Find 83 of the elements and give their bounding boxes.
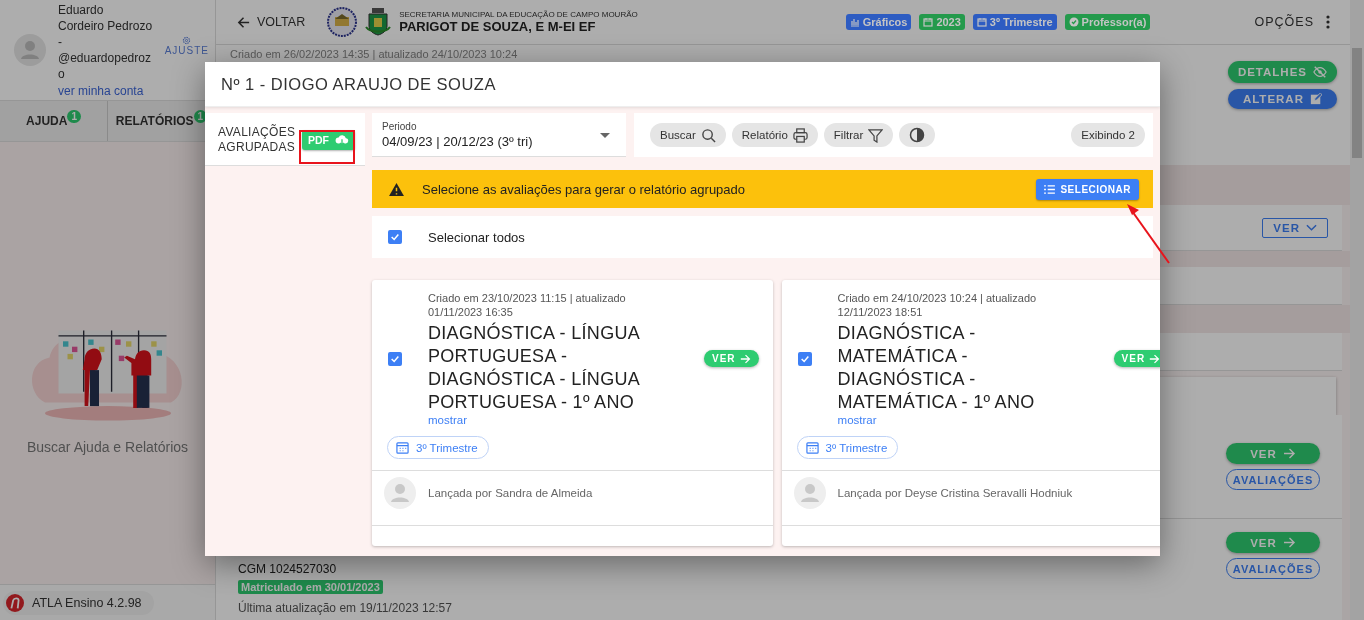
crest-icon — [365, 7, 392, 37]
contrast-icon — [909, 127, 926, 143]
tag: Gráficos — [845, 14, 912, 30]
calendar-icon — [976, 17, 987, 27]
pointer-arrow — [1124, 203, 1172, 265]
toolbar-button[interactable]: Filtrar — [823, 123, 894, 147]
check-circle-icon — [1068, 17, 1079, 27]
timestamp-text: Criado em 26/02/2023 14:35 | atualizado 24/10/2023 10:24 — [230, 48, 518, 61]
student-id: CGM 1024527030 — [238, 562, 337, 576]
calendar-icon — [396, 441, 409, 454]
evaluation-title: DIAGNÓSTICA - LÍNGUA PORTUGUESA - DIAGNÓSTICA - LÍNGUA PORTUGUESA - 1º ANO — [428, 322, 641, 414]
kebab-menu-icon — [1326, 14, 1330, 30]
show-more-link[interactable]: mostrar — [837, 414, 1088, 426]
seal-icon — [327, 7, 358, 37]
arrow-right-icon — [1149, 353, 1160, 364]
edit-icon — [1310, 93, 1322, 105]
user-name: Eduardo Cordeiro Pedrozo - @eduardopedrozo — [58, 2, 153, 82]
evaluations-button[interactable]: AVALIAÇÕES — [1226, 558, 1320, 579]
tag: Professor(a) — [1064, 14, 1151, 30]
tag: 2023 — [919, 14, 965, 30]
version-badge: ATLA Ensino 4.2.98 — [3, 590, 154, 615]
toolbar-button[interactable]: Relatório — [731, 123, 818, 147]
scrollbar[interactable] — [1350, 0, 1364, 620]
empty-state-text: Buscar Ajuda e Relatórios — [26, 439, 189, 455]
author-text: Lançada por Deyse Cristina Seravalli Hodniuk — [837, 487, 1073, 499]
sidebar-tab[interactable]: AJUDA 1 — [0, 101, 108, 141]
timestamp-text: Criado em 24/10/2023 10:24 | atualizado 12/11/2023 18:51 — [837, 291, 1038, 319]
avatar-icon — [14, 34, 46, 66]
view-dropdown-button[interactable]: VER — [1262, 217, 1328, 238]
contrast-button[interactable] — [899, 123, 936, 147]
details-button[interactable]: DETALHES — [1227, 61, 1337, 83]
timestamp-text: Criado em 23/10/2023 11:15 | atualizado 01/11/2023 16:35 — [428, 291, 627, 319]
checkbox[interactable] — [388, 351, 402, 366]
group-label: AVALIAÇÕES AGRUPADAS — [218, 125, 297, 155]
search-icon — [700, 127, 716, 143]
account-link[interactable]: ver minha conta — [58, 84, 153, 98]
cloud-download-icon — [335, 134, 349, 146]
school-name: PARIGOT DE SOUZA, E M-EI EF — [399, 19, 597, 34]
avatar-icon — [793, 477, 826, 509]
bar-chart-icon — [849, 17, 860, 27]
edit-button[interactable]: ALTERAR — [1227, 89, 1337, 109]
view-button[interactable]: VER — [1226, 443, 1320, 464]
filter-icon — [868, 127, 884, 143]
check-icon — [390, 231, 400, 243]
view-button[interactable]: VER — [1226, 532, 1320, 553]
arrow-right-icon — [1282, 448, 1296, 459]
show-more-link[interactable]: mostrar — [428, 414, 678, 426]
calendar-icon — [805, 441, 819, 454]
checkbox[interactable] — [388, 230, 402, 244]
printer-icon — [792, 127, 808, 143]
checkbox[interactable] — [797, 351, 812, 366]
alert-message: Selecione as avaliações para gerar o relatório agrupado — [422, 181, 747, 197]
update-text: Última atualização em 19/11/2023 12:57 — [238, 601, 452, 615]
period-select[interactable]: Periodo 04/09/23 | 20/12/23 (3º tri) — [372, 113, 626, 157]
view-button[interactable]: VER — [1113, 350, 1160, 367]
chevron-down-icon — [1306, 223, 1317, 232]
caret-icon — [600, 133, 610, 138]
count-badge: 1 — [67, 109, 81, 123]
calendar-icon — [923, 17, 934, 27]
highlight-frame — [299, 130, 355, 164]
gear-icon — [182, 36, 192, 45]
arrow-right-icon — [1282, 537, 1296, 548]
logo-icon — [6, 593, 24, 612]
author-text: Lançada por Sandra de Almeida — [428, 487, 593, 499]
warning-icon — [389, 182, 404, 196]
view-button[interactable]: VER — [704, 350, 759, 367]
evaluations-button[interactable]: AVALIAÇÕES — [1226, 469, 1320, 490]
eye-slash-icon — [1313, 65, 1327, 79]
back-button[interactable]: VOLTAR — [230, 13, 312, 31]
organization-name: SECRETARIA MUNICIPAL DA EDUCAÇÃO DE CAMPO MOURÃO — [399, 10, 638, 19]
evaluation-title: DIAGNÓSTICA - MATEMÁTICA - DIAGNÓSTICA - MATEMÁTICA - 1º ANO — [837, 322, 1036, 414]
arrow-right-icon — [739, 353, 751, 364]
tag: 3º Trimestre — [972, 14, 1057, 30]
dialog-title: Nº 1 - DIOGO ARAUJO DE SOUZA — [221, 74, 496, 94]
toolbar-button[interactable]: Buscar — [650, 123, 726, 147]
status-badge: Matriculado em 30/01/2023 — [238, 580, 383, 594]
list-icon — [1044, 184, 1056, 194]
options-button[interactable]: OPÇÕES — [1248, 13, 1336, 31]
select-all-label: Selecionar todos — [428, 229, 525, 245]
settings-button[interactable]: AJUSTE — [164, 36, 209, 56]
select-button[interactable]: SELECIONAR — [1036, 178, 1139, 200]
result-count: Exibindo 2 — [1071, 123, 1145, 147]
avatar-icon — [384, 477, 416, 509]
